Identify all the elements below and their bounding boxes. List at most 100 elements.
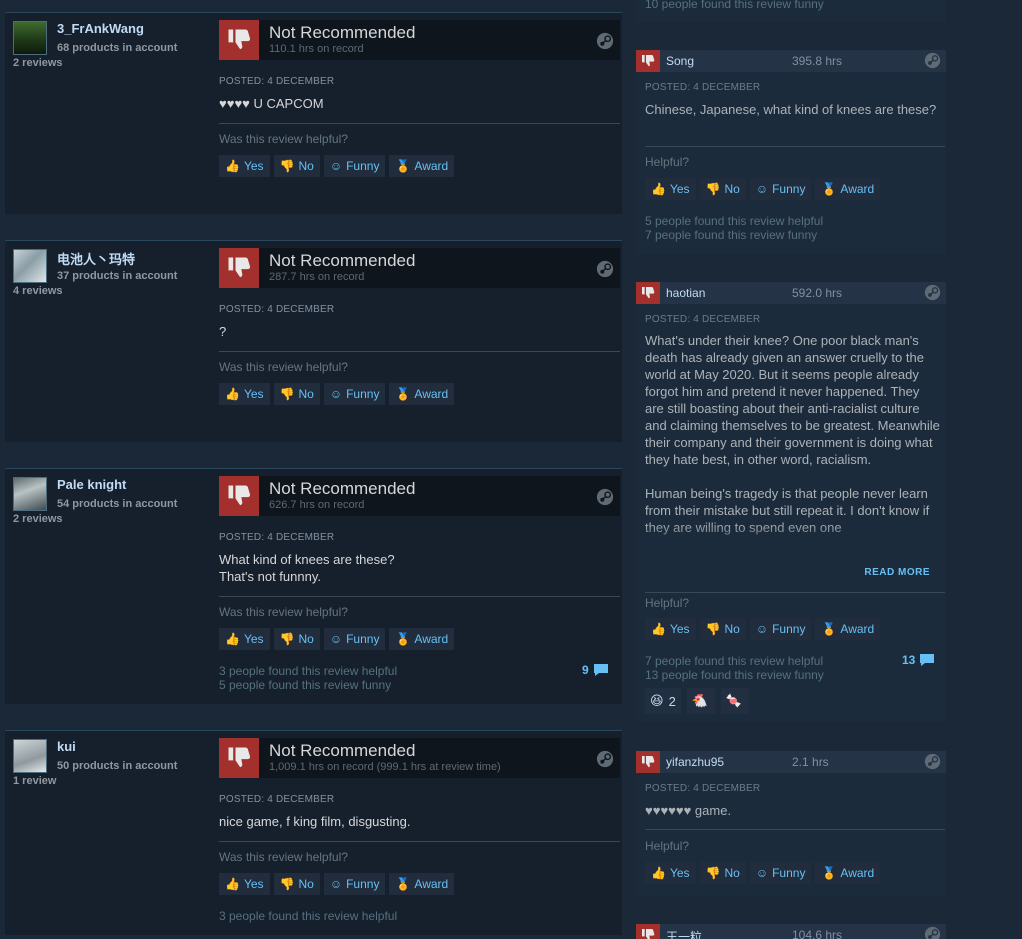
author-products[interactable]: 68 products in account	[57, 42, 177, 54]
steam-icon	[596, 32, 614, 50]
author-reviews[interactable]: 4 reviews	[13, 285, 63, 297]
review-text: nice game, f king film, disgusting.	[219, 814, 411, 829]
funny-button[interactable]: ☺ Funny	[749, 618, 812, 640]
reaction-award[interactable]: 🐔	[686, 688, 715, 714]
author-products[interactable]: 54 products in account	[57, 498, 177, 510]
funny-label: Funny	[772, 622, 806, 636]
posted-date: POSTED: 4 DECEMBER	[645, 314, 761, 325]
review-text: What's under their knee? One poor black …	[645, 332, 941, 554]
no-button[interactable]: 👎 No	[273, 628, 320, 650]
funny-button[interactable]: ☺ Funny	[749, 862, 812, 884]
author-name[interactable]: 3_FrAnkWang	[57, 21, 144, 36]
award-button[interactable]: 🏅 Award	[389, 383, 455, 405]
author-products[interactable]: 37 products in account	[57, 270, 177, 282]
steam-icon	[924, 284, 941, 301]
yes-label: Yes	[243, 159, 264, 173]
funny-button[interactable]: ☺ Funny	[323, 873, 386, 895]
reaction-award[interactable]: 😆 2	[645, 688, 681, 714]
yes-button[interactable]: 👍 Yes	[645, 618, 696, 640]
thumbs-down-icon: 👎	[705, 182, 721, 196]
yes-button[interactable]: 👍 Yes	[219, 383, 270, 405]
review-text: Chinese, Japanese, what kind of knees ar…	[645, 102, 937, 117]
found-funny: 10 people found this review funny	[645, 0, 824, 11]
review-header[interactable]: 王一粒 104.6 hrs	[636, 924, 946, 939]
author-name[interactable]: 电池人丶玛特	[57, 249, 135, 268]
award-button[interactable]: 🏅 Award	[815, 862, 881, 884]
hours-on-record: 1,009.1 hrs on record (999.1 hrs at revi…	[269, 761, 501, 773]
author-reviews[interactable]: 1 review	[13, 775, 56, 787]
hours-on-record: 395.8 hrs	[792, 54, 843, 68]
yes-button[interactable]: 👍 Yes	[219, 873, 270, 895]
thumbs-down-icon: 👎	[279, 877, 295, 891]
review-header[interactable]: haotian 592.0 hrs	[636, 282, 946, 304]
verdict-header[interactable]: Not Recommended 626.7 hrs on record	[219, 476, 620, 516]
review-text: ♥♥♥♥ U CAPCOM	[219, 96, 324, 111]
vote-buttons: 👍 Yes 👎 No ☺ Funny 🏅 Award	[219, 873, 455, 895]
text-fade	[645, 522, 941, 556]
award-label: Award	[414, 387, 449, 401]
author-reviews[interactable]: 2 reviews	[13, 513, 63, 525]
no-button[interactable]: 👎 No	[699, 862, 746, 884]
verdict-header[interactable]: Not Recommended 1,009.1 hrs on record (9…	[219, 738, 620, 778]
review-card: Song 395.8 hrs POSTED: 4 DECEMBER Chines…	[636, 50, 946, 254]
smiley-icon: ☺	[329, 877, 343, 891]
review-header[interactable]: yifanzhu95 2.1 hrs	[636, 751, 946, 773]
award-button[interactable]: 🏅 Award	[815, 178, 881, 200]
no-label: No	[298, 387, 314, 401]
yes-button[interactable]: 👍 Yes	[645, 178, 696, 200]
yes-button[interactable]: 👍 Yes	[219, 628, 270, 650]
reaction-award[interactable]: 🍬	[720, 688, 749, 714]
comment-count[interactable]: 9	[582, 663, 609, 677]
no-button[interactable]: 👎 No	[273, 155, 320, 177]
yes-label: Yes	[669, 866, 690, 880]
award-button[interactable]: 🏅 Award	[389, 628, 455, 650]
award-button[interactable]: 🏅 Award	[389, 155, 455, 177]
thumbs-down-icon	[636, 924, 660, 939]
avatar[interactable]	[13, 21, 47, 55]
author-name[interactable]: Pale knight	[57, 477, 126, 492]
funny-button[interactable]: ☺ Funny	[323, 628, 386, 650]
avatar[interactable]	[13, 739, 47, 773]
avatar[interactable]	[13, 249, 47, 283]
author-name: haotian	[666, 286, 706, 300]
hours-on-record: 592.0 hrs	[792, 286, 843, 300]
award-icon: 🏅	[395, 632, 411, 646]
smiley-icon: ☺	[755, 866, 769, 880]
hours-on-record: 104.6 hrs	[792, 928, 843, 939]
verdict-header[interactable]: Not Recommended 287.7 hrs on record	[219, 248, 620, 288]
avatar[interactable]	[13, 477, 47, 511]
helpful-question: Was this review helpful?	[219, 132, 348, 146]
author-reviews[interactable]: 2 reviews	[13, 57, 63, 69]
review-verdict: Not Recommended	[269, 23, 416, 42]
thumbs-down-icon: 👎	[279, 159, 295, 173]
posted-date: POSTED: 4 DECEMBER	[219, 76, 335, 87]
yes-button[interactable]: 👍 Yes	[219, 155, 270, 177]
helpful-question: Helpful?	[645, 839, 690, 853]
author-name[interactable]: kui	[57, 739, 76, 754]
funny-button[interactable]: ☺ Funny	[749, 178, 812, 200]
candy-icon: 🍬	[725, 693, 742, 708]
read-more-link[interactable]: READ MORE	[864, 567, 930, 578]
verdict-header[interactable]: Not Recommended 110.1 hrs on record	[219, 20, 620, 60]
review-header[interactable]: Song 395.8 hrs	[636, 50, 946, 72]
award-button[interactable]: 🏅 Award	[815, 618, 881, 640]
comment-count[interactable]: 13	[902, 653, 935, 667]
posted-date: POSTED: 4 DECEMBER	[645, 783, 761, 794]
no-button[interactable]: 👎 No	[273, 873, 320, 895]
funny-button[interactable]: ☺ Funny	[323, 155, 386, 177]
award-label: Award	[414, 877, 449, 891]
author-products[interactable]: 50 products in account	[57, 760, 177, 772]
funny-button[interactable]: ☺ Funny	[323, 383, 386, 405]
no-button[interactable]: 👎 No	[699, 178, 746, 200]
yes-button[interactable]: 👍 Yes	[645, 862, 696, 884]
thumbs-up-icon: 👍	[651, 622, 666, 636]
review-card: yifanzhu95 2.1 hrs POSTED: 4 DECEMBER ♥♥…	[636, 751, 946, 897]
no-button[interactable]: 👎 No	[699, 618, 746, 640]
review-verdict: Not Recommended	[269, 479, 416, 498]
award-button[interactable]: 🏅 Award	[389, 873, 455, 895]
review-card: Pale knight 54 products in account 2 rev…	[5, 468, 622, 704]
review-card: 王一粒 104.6 hrs	[636, 924, 946, 939]
no-button[interactable]: 👎 No	[273, 383, 320, 405]
thumbs-down-icon	[636, 751, 660, 773]
hours-on-record: 287.7 hrs on record	[269, 271, 365, 283]
